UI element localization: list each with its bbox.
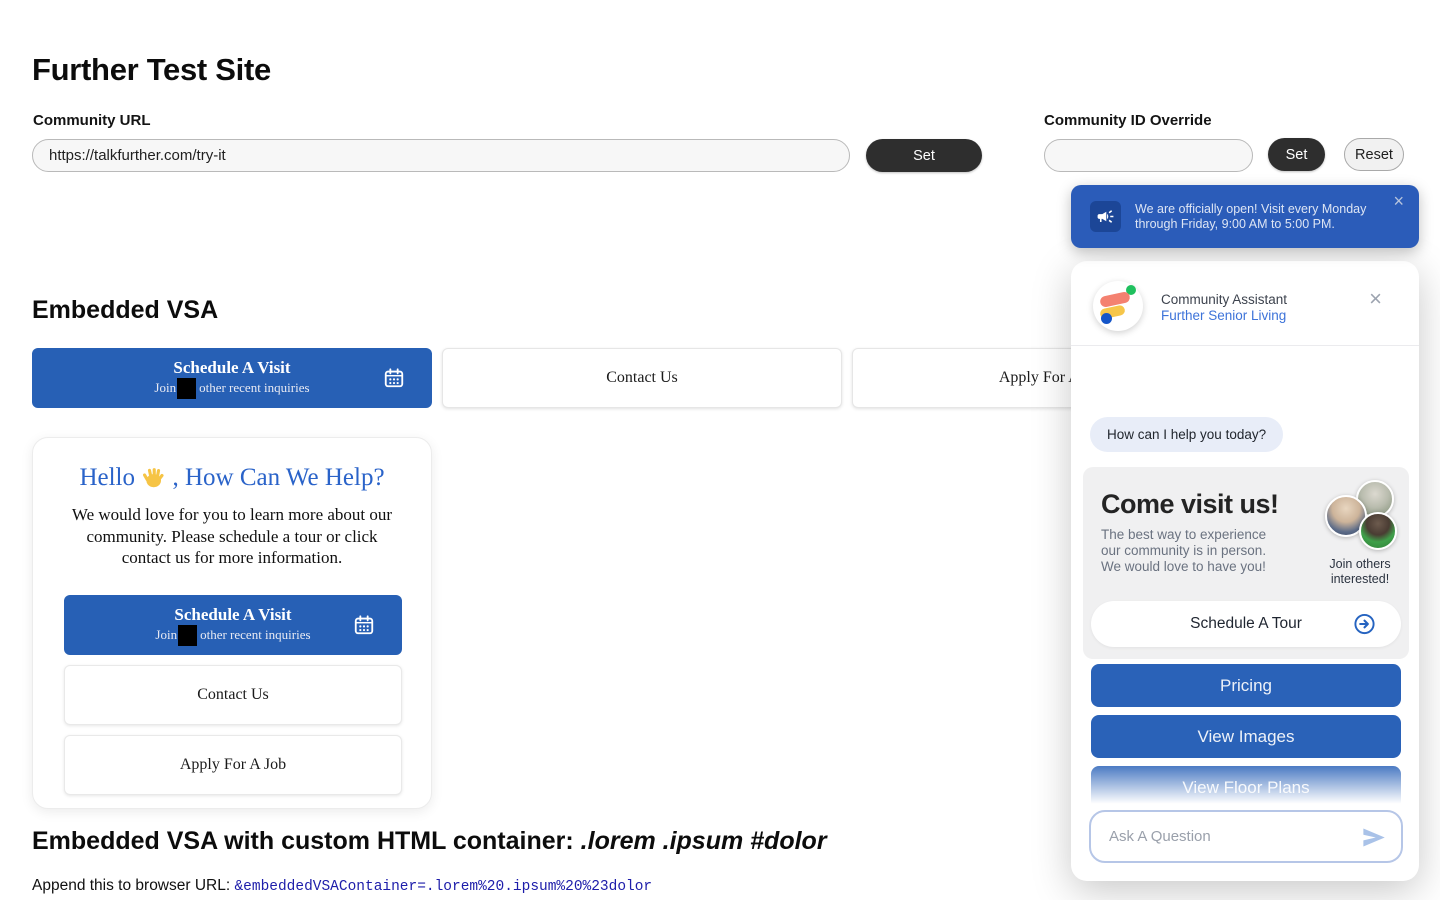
schedule-a-visit-subtitle: Joinother recent inquiries bbox=[155, 625, 310, 646]
chat-close-icon[interactable]: × bbox=[1369, 288, 1382, 310]
chat-widget-panel: Community Assistant Further Senior Livin… bbox=[1071, 261, 1419, 881]
announcement-banner: We are officially open! Visit every Mond… bbox=[1071, 185, 1419, 248]
avatars-caption: Join others interested! bbox=[1305, 557, 1415, 587]
community-id-label: Community ID Override bbox=[1044, 112, 1212, 129]
announcement-text: We are officially open! Visit every Mond… bbox=[1135, 202, 1385, 231]
page-title: Further Test Site bbox=[32, 52, 271, 88]
hello-body: We would love for you to learn more abou… bbox=[61, 504, 403, 569]
community-name-link[interactable]: Further Senior Living bbox=[1161, 308, 1286, 323]
view-floor-plans-button[interactable]: View Floor Plans bbox=[1091, 766, 1401, 809]
question-input-wrap bbox=[1089, 810, 1403, 863]
send-icon[interactable] bbox=[1360, 824, 1387, 851]
custom-container-heading: Embedded VSA with custom HTML container:… bbox=[32, 827, 827, 856]
community-url-set-button[interactable]: Set bbox=[866, 139, 982, 172]
banner-close-icon[interactable]: × bbox=[1393, 192, 1404, 210]
community-id-input[interactable] bbox=[1044, 139, 1253, 172]
schedule-a-tour-button[interactable]: Schedule A Tour bbox=[1091, 601, 1401, 647]
community-url-label: Community URL bbox=[33, 112, 151, 129]
contact-us-label: Contact Us bbox=[197, 686, 269, 704]
come-visit-heading: Come visit us! bbox=[1101, 489, 1279, 520]
schedule-a-visit-label: Schedule A Visit bbox=[173, 358, 290, 378]
logo-blue-dot bbox=[1101, 313, 1112, 324]
schedule-a-visit-button-card[interactable]: Schedule A Visit Joinother recent inquir… bbox=[64, 595, 402, 655]
redacted-number bbox=[177, 378, 196, 399]
come-visit-body: The best way to experience our community… bbox=[1101, 527, 1281, 575]
pricing-button[interactable]: Pricing bbox=[1091, 664, 1401, 707]
avatar bbox=[1359, 512, 1397, 550]
further-logo bbox=[1093, 281, 1143, 331]
embedded-vsa-heading: Embedded VSA bbox=[32, 296, 218, 325]
schedule-a-visit-button[interactable]: Schedule A Visit Joinother recent inquir… bbox=[32, 348, 432, 408]
ask-question-input[interactable] bbox=[1109, 812, 1349, 861]
community-id-set-button[interactable]: Set bbox=[1268, 138, 1325, 171]
come-visit-card: Come visit us! The best way to experienc… bbox=[1083, 467, 1409, 659]
megaphone-icon bbox=[1096, 207, 1115, 226]
schedule-a-visit-subtitle: Joinother recent inquiries bbox=[154, 378, 309, 399]
append-url-line: Append this to browser URL: &embeddedVSA… bbox=[32, 877, 652, 895]
page: Further Test Site Community URL Set Comm… bbox=[0, 0, 1440, 900]
calendar-icon bbox=[353, 614, 375, 636]
apply-for-a-job-label: Apply For A Job bbox=[180, 756, 286, 774]
waving-hand-icon bbox=[141, 465, 166, 490]
chat-header: Community Assistant Further Senior Livin… bbox=[1071, 261, 1419, 346]
schedule-a-visit-label: Schedule A Visit bbox=[174, 605, 291, 625]
contact-us-button-card[interactable]: Contact Us bbox=[64, 665, 402, 725]
assistant-label: Community Assistant bbox=[1161, 292, 1287, 307]
community-url-input[interactable] bbox=[32, 139, 850, 172]
contact-us-button[interactable]: Contact Us bbox=[442, 348, 842, 408]
contact-us-label: Contact Us bbox=[606, 369, 678, 387]
view-images-button[interactable]: View Images bbox=[1091, 715, 1401, 758]
redacted-number bbox=[178, 625, 197, 646]
community-id-reset-button[interactable]: Reset bbox=[1344, 138, 1404, 171]
arrow-circle-right-icon bbox=[1353, 613, 1376, 636]
vsa-hello-card: Hello , How Can We Help? We would love f… bbox=[32, 437, 432, 809]
apply-for-a-job-button-card[interactable]: Apply For A Job bbox=[64, 735, 402, 795]
append-url-code: &embeddedVSAContainer=.lorem%20.ipsum%20… bbox=[234, 879, 652, 895]
hello-heading: Hello , How Can We Help? bbox=[33, 464, 431, 492]
custom-container-selectors: .lorem .ipsum #dolor bbox=[581, 827, 827, 855]
calendar-icon bbox=[383, 367, 405, 389]
assistant-message-bubble: How can I help you today? bbox=[1090, 417, 1283, 452]
schedule-a-tour-label: Schedule A Tour bbox=[1190, 615, 1302, 632]
megaphone-icon-box bbox=[1090, 201, 1121, 232]
